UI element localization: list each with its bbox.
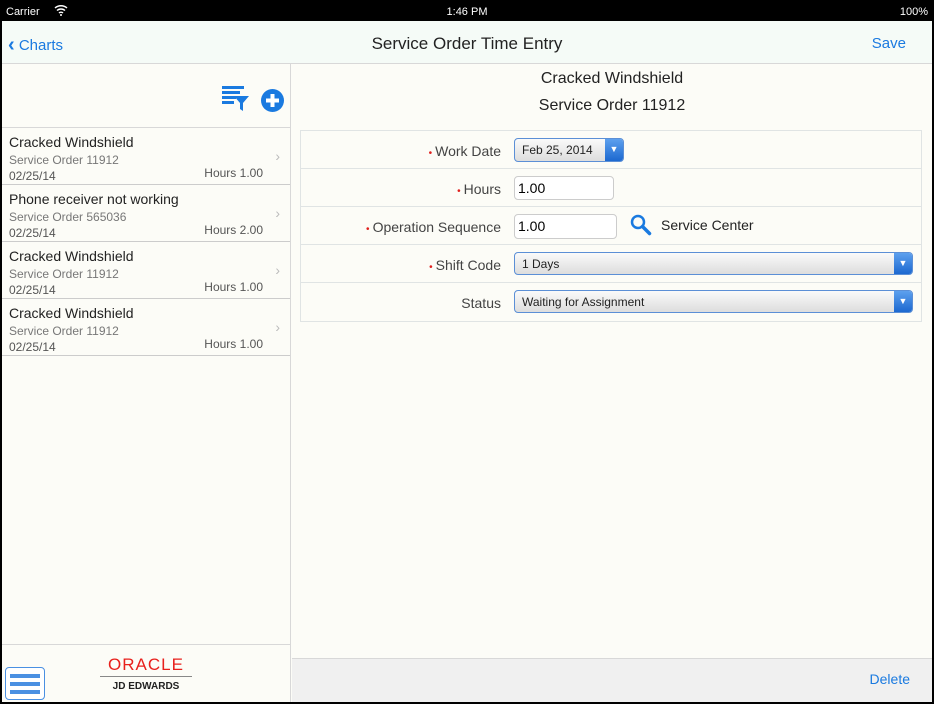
- item-title: Cracked Windshield: [9, 134, 134, 150]
- hamburger-icon: [10, 674, 40, 694]
- nav-bar: ‹ Charts Service Order Time Entry Save: [2, 21, 932, 64]
- hours-label: • Hours: [457, 181, 501, 197]
- operation-sequence-input[interactable]: 1.00: [514, 214, 617, 239]
- logo-brand: ORACLE: [100, 655, 192, 677]
- item-title: Phone receiver not working: [9, 191, 179, 207]
- chevron-right-icon: ›: [275, 205, 280, 221]
- chevron-right-icon: ›: [275, 148, 280, 164]
- delete-button[interactable]: Delete: [870, 671, 910, 687]
- clock: 1:46 PM: [446, 6, 488, 18]
- row-operation-sequence: • Operation Sequence 1.00 Service Center: [301, 207, 921, 245]
- status-select[interactable]: Waiting for Assignment ▼: [514, 290, 913, 313]
- list-footer: ORACLE JD EDWARDS: [2, 644, 291, 702]
- filter-icon[interactable]: [222, 86, 250, 117]
- work-date-label: • Work Date: [428, 143, 501, 159]
- item-subtitle: Service Order 11912: [9, 267, 119, 281]
- detail-subtitle: Service Order 11912: [538, 97, 686, 114]
- detail-title: Cracked Windshield: [540, 70, 684, 87]
- status-label: Status: [461, 295, 501, 311]
- row-status: Status Waiting for Assignment ▼: [301, 283, 921, 321]
- row-hours: • Hours 1.00: [301, 169, 921, 207]
- item-subtitle: Service Order 11912: [9, 324, 119, 338]
- item-hours: Hours 1.00: [204, 280, 263, 294]
- item-hours: Hours 2.00: [204, 223, 263, 237]
- item-hours: Hours 1.00: [204, 337, 263, 351]
- status-bar: Carrier 1:46 PM 100%: [2, 2, 932, 21]
- work-date-picker[interactable]: Feb 25, 2014 ▼: [514, 138, 624, 162]
- dropdown-arrow-icon: ▼: [894, 253, 912, 274]
- list-item[interactable]: Phone receiver not working Service Order …: [2, 185, 290, 242]
- operation-sequence-label: • Operation Sequence: [366, 219, 501, 235]
- shift-code-label: • Shift Code: [429, 257, 501, 273]
- list-toolbar: [2, 64, 290, 128]
- dropdown-arrow-icon: ▼: [605, 139, 623, 161]
- list-item[interactable]: Cracked Windshield Service Order 11912 02/…: [2, 128, 290, 185]
- app-window: Carrier 1:46 PM 100% ‹ Charts Service Or…: [2, 2, 932, 702]
- item-title: Cracked Windshield: [9, 305, 134, 321]
- shift-code-select[interactable]: 1 Days ▼: [514, 252, 913, 275]
- detail-footer: Delete: [292, 658, 932, 702]
- add-icon[interactable]: [261, 89, 284, 117]
- list-pane: Cracked Windshield Service Order 11912 02/…: [2, 64, 291, 702]
- row-work-date: • Work Date Feb 25, 2014 ▼: [301, 131, 921, 169]
- service-center-text: Service Center: [661, 217, 754, 233]
- chevron-right-icon: ›: [275, 319, 280, 335]
- detail-pane: Cracked Windshield Service Order 11912 •…: [292, 64, 932, 702]
- hours-input[interactable]: 1.00: [514, 176, 614, 200]
- logo-product: JD EDWARDS: [112, 681, 180, 692]
- save-button[interactable]: Save: [872, 35, 906, 52]
- item-subtitle: Service Order 11912: [9, 153, 119, 167]
- list-item[interactable]: Cracked Windshield Service Order 11912 02/…: [2, 242, 290, 299]
- item-hours: Hours 1.00: [204, 166, 263, 180]
- menu-button[interactable]: [5, 667, 45, 700]
- oracle-logo: ORACLE JD EDWARDS: [100, 655, 192, 692]
- row-shift-code: • Shift Code 1 Days ▼: [301, 245, 921, 283]
- item-subtitle: Service Order 565036: [9, 210, 127, 224]
- list-item[interactable]: Cracked Windshield Service Order 11912 02/…: [2, 299, 290, 356]
- battery: 100%: [899, 6, 928, 18]
- dropdown-arrow-icon: ▼: [894, 291, 912, 312]
- item-title: Cracked Windshield: [9, 248, 134, 264]
- page-title: Service Order Time Entry: [371, 34, 563, 53]
- time-entry-form: • Work Date Feb 25, 2014 ▼ • Hours 1.00 • Op…: [300, 130, 922, 322]
- search-icon[interactable]: [630, 214, 652, 241]
- chevron-right-icon: ›: [275, 262, 280, 278]
